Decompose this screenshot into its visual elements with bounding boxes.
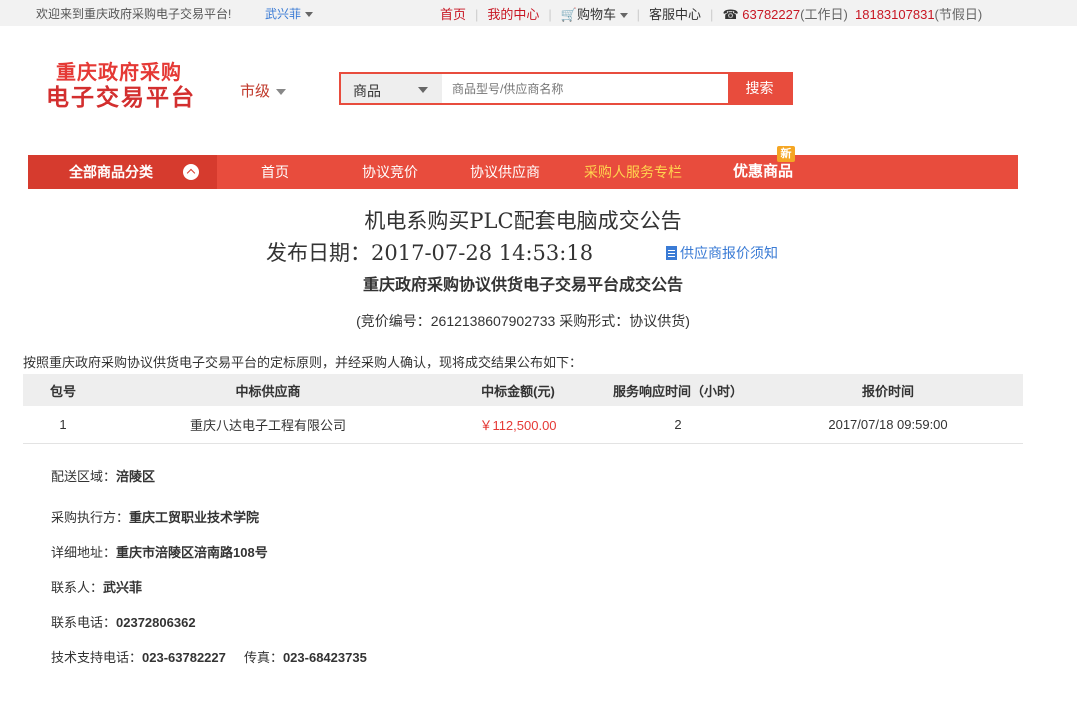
supplier-notice-label: 供应商报价须知 <box>680 245 778 261</box>
top-links: 首页 | 我的中心 | 🛒购物车 | 客服中心 | ☎ 63782227(工作日) 18183… <box>440 4 982 23</box>
nav-item-suppliers[interactable]: 协议供应商 <box>470 155 540 189</box>
detail-support: 技术支持电话：023-63782227 传真：023-68423735 <box>51 647 367 666</box>
divider: | <box>710 7 714 22</box>
table-row: 1 重庆八达电子工程有限公司 ￥112,500.00 2 2017/07/18 … <box>23 406 1023 444</box>
divider: | <box>475 7 479 22</box>
detail-value: 涪陵区 <box>116 469 156 484</box>
user-menu[interactable]: 武兴菲 <box>265 5 314 22</box>
chevron-down-icon <box>418 87 428 93</box>
fax-label: 传真： <box>243 650 283 665</box>
top-bar: 欢迎来到重庆政府采购电子交易平台! 武兴菲 首页 | 我的中心 | 🛒购物车 | 客服中心… <box>0 0 1077 26</box>
bid-info: (竞价编号：2612138607902733 采购形式：协议供货) <box>356 313 690 329</box>
site-logo[interactable]: 重庆政府采购 电子交易平台 <box>46 62 206 110</box>
chevron-up-icon <box>183 164 199 180</box>
nav-item-buyer-service[interactable]: 采购人服务专栏 <box>584 155 682 189</box>
detail-value: 重庆工贸职业技术学院 <box>129 510 260 525</box>
phone-workday: 63782227 <box>742 7 801 22</box>
new-badge: 新 <box>777 146 795 162</box>
phone-holiday: 18183107831 <box>855 7 935 22</box>
detail-value: 02372806362 <box>116 615 196 630</box>
cart-icon: 🛒 <box>560 7 577 22</box>
detail-delivery: 配送区域：涪陵区 <box>51 466 155 485</box>
top-link-cart[interactable]: 🛒购物车 <box>561 4 628 23</box>
col-header-supplier: 中标供应商 <box>103 374 433 406</box>
cell-supplier: 重庆八达电子工程有限公司 <box>103 406 433 444</box>
nav-item-home[interactable]: 首页 <box>261 155 289 189</box>
nav-item-bidding[interactable]: 协议竞价 <box>362 155 418 189</box>
supplier-notice-link[interactable]: 供应商报价须知 <box>666 243 778 263</box>
detail-label: 详细地址： <box>51 545 117 560</box>
user-name: 武兴菲 <box>265 7 302 21</box>
announcement-subtitle: 重庆政府采购协议供货电子交易平台成交公告 <box>362 277 683 294</box>
detail-value: 武兴菲 <box>103 580 143 595</box>
page-title: 机电系购买PLC配套电脑成交公告 <box>364 209 682 233</box>
detail-label: 采购执行方： <box>51 510 130 525</box>
chevron-down-icon <box>305 12 314 18</box>
all-categories-menu[interactable]: 全部商品分类 <box>28 155 217 189</box>
chevron-down-icon <box>276 89 287 96</box>
document-icon <box>666 246 677 260</box>
phone-workday-note: (工作日) <box>800 7 848 22</box>
chevron-down-icon <box>619 13 628 19</box>
detail-contact: 联系人：武兴菲 <box>51 577 142 596</box>
welcome-text: 欢迎来到重庆政府采购电子交易平台! <box>36 7 232 21</box>
col-header-package: 包号 <box>23 374 103 406</box>
detail-phone: 联系电话：02372806362 <box>51 612 196 631</box>
result-table: 包号 中标供应商 中标金额(元) 服务响应时间（小时） 报价时间 1 重庆八达电… <box>23 374 1023 444</box>
logo-line-1: 重庆政府采购 <box>56 62 182 84</box>
detail-value: 023-63782227 <box>142 650 226 665</box>
detail-executor: 采购执行方：重庆工贸职业技术学院 <box>51 507 259 526</box>
fax-value: 023-68423735 <box>282 650 367 665</box>
cell-response-time: 2 <box>603 406 753 444</box>
col-header-amount: 中标金额(元) <box>433 374 603 406</box>
top-link-home[interactable]: 首页 <box>440 4 466 23</box>
detail-label: 联系人： <box>51 580 104 595</box>
search-category-label: 商品 <box>353 83 381 99</box>
result-intro: 按照重庆政府采购协议供货电子交易平台的定标原则，并经采购人确认，现将成交结果公布… <box>23 355 583 370</box>
detail-label: 联系电话： <box>51 615 117 630</box>
logo-line-2: 电子交易平台 <box>46 84 196 110</box>
cart-label: 购物车 <box>577 7 617 22</box>
divider: | <box>548 7 552 22</box>
search-button[interactable]: 搜索 <box>728 74 791 103</box>
detail-label: 技术支持电话： <box>51 650 143 665</box>
col-header-quote-time: 报价时间 <box>753 374 1023 406</box>
top-link-my-center[interactable]: 我的中心 <box>487 4 539 23</box>
cell-quote-time: 2017/07/18 09:59:00 <box>753 406 1023 444</box>
cell-package: 1 <box>23 406 103 444</box>
search-category-select[interactable]: 商品 <box>341 74 442 103</box>
phone-holiday-note: (节假日) <box>934 7 983 22</box>
level-label: 市级 <box>240 83 271 100</box>
level-selector[interactable]: 市级 <box>240 80 287 101</box>
top-link-service[interactable]: 客服中心 <box>649 4 701 23</box>
table-header-row: 包号 中标供应商 中标金额(元) 服务响应时间（小时） 报价时间 <box>23 374 1023 406</box>
publish-date: 发布日期：2017-07-28 14:53:18 <box>266 241 594 265</box>
divider: | <box>636 7 641 22</box>
col-header-response-time: 服务响应时间（小时） <box>603 374 753 406</box>
main-nav: 全部商品分类 首页 协议竞价 协议供应商 采购人服务专栏 优惠商品 新 <box>28 146 1018 189</box>
search-input[interactable] <box>442 74 728 103</box>
cell-amount: ￥112,500.00 <box>433 406 603 444</box>
all-categories-label: 全部商品分类 <box>69 164 153 180</box>
detail-label: 配送区域： <box>51 469 117 484</box>
detail-value: 重庆市涪陵区涪南路108号 <box>116 545 268 560</box>
search-bar: 商品 搜索 <box>339 72 793 105</box>
detail-address: 详细地址：重庆市涪陵区涪南路108号 <box>51 542 268 561</box>
phone-icon: ☎ <box>722 7 739 22</box>
